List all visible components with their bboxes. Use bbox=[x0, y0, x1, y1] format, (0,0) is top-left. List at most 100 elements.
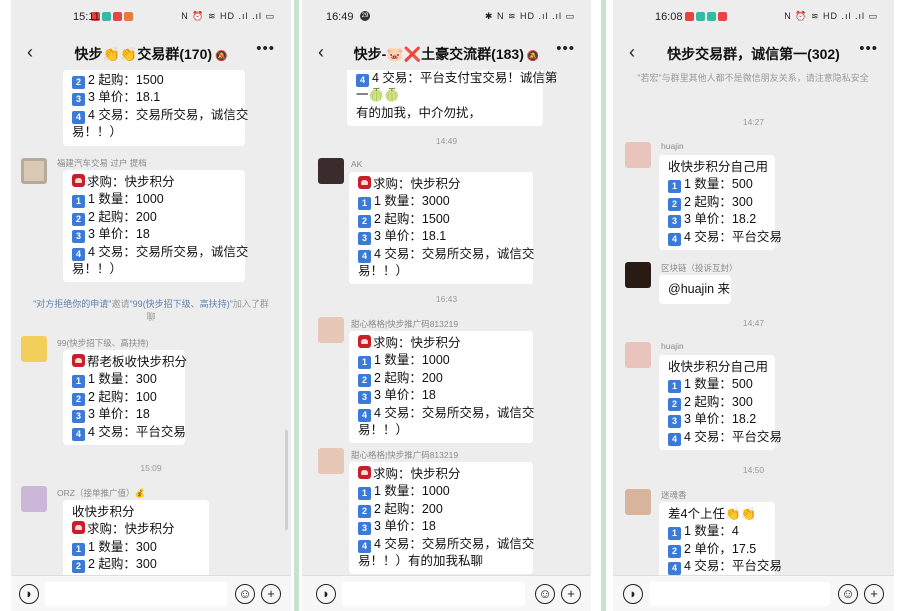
message-list[interactable]: "若宏"与群里其他人都不是微信朋友关系，请注意隐私安全 14:27 huajin… bbox=[613, 70, 894, 575]
number-3-icon: 3 bbox=[668, 215, 681, 229]
number-1-icon: 1 bbox=[358, 487, 371, 501]
message-bubble[interactable]: 44 交易：平台支付宝交易！诚信第 一🍈🍈 有的加我，中介勿扰， bbox=[347, 70, 557, 127]
message-line: 11 数量：1000 bbox=[72, 191, 236, 209]
telephone-icon bbox=[358, 335, 371, 348]
number-3-icon: 3 bbox=[358, 522, 371, 536]
number-1-icon: 1 bbox=[358, 356, 371, 370]
message-line: 易！！） bbox=[72, 262, 123, 277]
timestamp: 14:50 bbox=[742, 465, 765, 475]
telephone-icon bbox=[72, 521, 85, 535]
plus-icon[interactable]: + bbox=[864, 584, 884, 604]
avatar[interactable] bbox=[318, 448, 344, 474]
number-1-icon: 1 bbox=[668, 527, 681, 541]
sender-name: 迷魂香 bbox=[661, 490, 687, 500]
avatar[interactable] bbox=[318, 158, 344, 184]
voice-icon[interactable]: ◗ bbox=[316, 584, 336, 604]
number-4-icon: 4 bbox=[356, 74, 369, 87]
number-1-icon: 1 bbox=[668, 180, 681, 194]
avatar[interactable] bbox=[625, 342, 651, 368]
message-bubble[interactable]: 求购：快步积分 11 数量：1000 22 起购：200 33 单价：18 44… bbox=[349, 462, 534, 575]
plus-icon[interactable]: + bbox=[561, 584, 581, 604]
message-input[interactable] bbox=[649, 582, 830, 606]
message-bubble[interactable]: @huajin 来 bbox=[659, 275, 731, 305]
avatar[interactable] bbox=[625, 262, 651, 288]
sender-name: 99(快步招下级、高扶持) bbox=[57, 338, 149, 348]
plus-icon[interactable]: + bbox=[261, 584, 281, 604]
avatar[interactable] bbox=[21, 336, 47, 362]
notification-icons bbox=[685, 12, 727, 21]
avatar[interactable] bbox=[625, 142, 651, 168]
sender-name: ORZ（接单推广值）💰 bbox=[57, 488, 146, 498]
message-line: 求购：快步积分 bbox=[358, 176, 524, 193]
message-list[interactable]: 44 交易：平台支付宝交易！诚信第 一🍈🍈 有的加我，中介勿扰， 14:49 A… bbox=[302, 70, 591, 575]
timestamp: 14:47 bbox=[742, 318, 765, 328]
more-options-icon[interactable]: ••• bbox=[256, 40, 275, 57]
message-bubble[interactable]: 求购：快步积分 11 数量：1000 22 起购：200 33 单价：18 44… bbox=[349, 331, 534, 444]
status-icons: N ⏰ ≋ HD .ıl .ıl ▭ bbox=[784, 11, 878, 21]
message-input[interactable] bbox=[342, 582, 525, 606]
message-line: 44 交易：平台交易 bbox=[668, 429, 782, 446]
avatar[interactable] bbox=[625, 489, 651, 515]
message-bubble[interactable]: 差4个上任👏👏 11 数量：4 22 单价，17.5 44 交易：平台交易 bbox=[659, 502, 782, 575]
message-bubble[interactable]: 22 起购：1500 33 单价：18.1 44 交易：交易所交易，诚信交 易！… bbox=[63, 70, 248, 146]
message-list[interactable]: 22 起购：1500 33 单价：18.1 44 交易：交易所交易，诚信交 易！… bbox=[11, 70, 291, 575]
number-3-icon: 3 bbox=[72, 230, 85, 244]
message-bubble[interactable]: 求购：快步积分 11 数量：3000 22 起购：1500 33 单价：18.1… bbox=[349, 172, 534, 285]
message-line: 一🍈🍈 bbox=[356, 88, 400, 103]
message-line: 44 交易：平台交易 bbox=[668, 558, 782, 575]
number-2-icon: 2 bbox=[668, 544, 681, 558]
message-bubble[interactable]: 收快步积分 求购：快步积分 11 数量：300 22 起购：300 bbox=[63, 500, 209, 575]
status-icons: ✱ N ≋ HD .ıl .ıl ▭ bbox=[484, 11, 575, 21]
message-line: 22 起购：1500 bbox=[72, 72, 236, 89]
message-line: 44 交易：交易所交易，诚信交 bbox=[72, 107, 248, 124]
system-notice: "若宏"与群里其他人都不是微信朋友关系，请注意隐私安全 bbox=[637, 73, 869, 83]
avatar[interactable] bbox=[318, 317, 344, 343]
message-line: 22 单价，17.5 bbox=[668, 541, 766, 558]
message-line: 33 单价：18.2 bbox=[668, 211, 766, 229]
message-bubble[interactable]: 收快步积分自己用 11 数量：500 22 起购：300 33 单价：18.2 … bbox=[659, 355, 782, 451]
number-1-icon: 1 bbox=[668, 380, 681, 394]
timestamp: 16:43 bbox=[435, 294, 458, 304]
message-bubble[interactable]: 帮老板收快步积分 11 数量：300 22 起购：100 33 单价：18 44… bbox=[63, 350, 187, 446]
message-line: 33 单价：18 bbox=[72, 406, 176, 424]
message-input[interactable] bbox=[45, 582, 227, 606]
message-line: 44 交易：交易所交易，诚信交 bbox=[358, 536, 534, 553]
voice-icon[interactable]: ◗ bbox=[19, 584, 39, 604]
message-line: 11 数量：1000 bbox=[358, 483, 524, 501]
message-line: 收快步积分自己用 bbox=[668, 160, 769, 174]
sender-name: huajin bbox=[661, 341, 684, 351]
timestamp: 14:27 bbox=[742, 117, 765, 127]
more-options-icon[interactable]: ••• bbox=[556, 40, 575, 57]
message-bubble[interactable]: 求购：快步积分 11 数量：1000 22 起购：200 33 单价：18 44… bbox=[63, 170, 248, 283]
telephone-icon bbox=[72, 174, 85, 187]
message-line: 22 起购：100 bbox=[72, 389, 176, 406]
scrollbar[interactable] bbox=[285, 430, 288, 530]
chat-header: ‹ 快步交易群，诚信第一(302) ••• bbox=[613, 36, 894, 70]
message-line: 收快步积分自己用 bbox=[668, 360, 769, 374]
chat-title: 快步交易群，诚信第一(302) bbox=[667, 46, 840, 62]
mute-icon: 🔕 bbox=[215, 51, 228, 62]
sender-name: 福建汽车交易 过户 提档 bbox=[57, 158, 147, 168]
emoji-icon[interactable]: ☺ bbox=[838, 584, 858, 604]
more-options-icon[interactable]: ••• bbox=[859, 40, 878, 57]
message-line: 有的加我，中介勿扰， bbox=[356, 105, 482, 120]
message-line: 易！！）有的加我私聊 bbox=[358, 554, 484, 569]
voice-icon[interactable]: ◗ bbox=[623, 584, 643, 604]
avatar[interactable] bbox=[21, 486, 47, 512]
message-line: 11 数量：1000 bbox=[358, 352, 524, 370]
input-bar: ◗ ☺ + bbox=[11, 575, 291, 611]
number-4-icon: 4 bbox=[358, 408, 371, 422]
panel-divider bbox=[294, 0, 299, 611]
emoji-icon[interactable]: ☺ bbox=[535, 584, 555, 604]
message-line: 22 起购：300 bbox=[668, 194, 766, 211]
input-bar: ◗ ☺ + bbox=[613, 575, 894, 611]
message-line: 11 数量：300 bbox=[72, 371, 176, 389]
message-line: 易！！） bbox=[358, 423, 409, 438]
number-3-icon: 3 bbox=[358, 391, 371, 405]
message-line: 22 起购：200 bbox=[358, 370, 524, 387]
avatar[interactable] bbox=[21, 158, 47, 184]
message-bubble[interactable]: 收快步积分自己用 11 数量：500 22 起购：300 33 单价：18.2 … bbox=[659, 155, 782, 251]
emoji-icon[interactable]: ☺ bbox=[235, 584, 255, 604]
number-4-icon: 4 bbox=[668, 232, 681, 246]
number-2-icon: 2 bbox=[72, 392, 85, 406]
